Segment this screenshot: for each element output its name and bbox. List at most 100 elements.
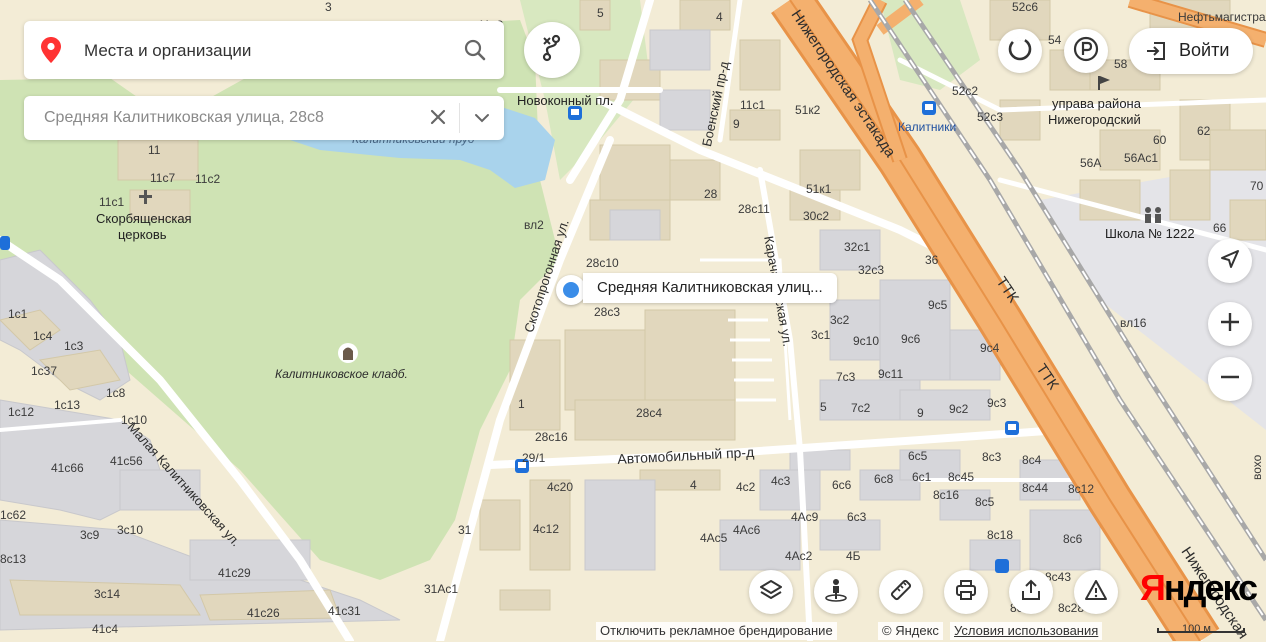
house-number: 58 bbox=[1114, 57, 1128, 71]
house-number: 3с1 bbox=[811, 328, 831, 342]
house-number: 6с1 bbox=[912, 470, 932, 484]
house-number: 8с12 bbox=[1068, 482, 1095, 496]
house-number: 8с18 bbox=[987, 528, 1014, 542]
house-number: 9с3 bbox=[987, 396, 1007, 410]
house-number: 28с4 bbox=[636, 406, 663, 420]
house-number: 4с12 bbox=[533, 522, 560, 536]
traffic-icon bbox=[1007, 36, 1033, 67]
parking-button[interactable] bbox=[1064, 29, 1108, 73]
house-number: 1с4 bbox=[33, 329, 53, 343]
house-number: 4с20 bbox=[547, 480, 574, 494]
house-number: 29/1 bbox=[522, 451, 546, 465]
house-number: 11с1 bbox=[99, 195, 125, 209]
house-number: 28с10 bbox=[586, 256, 619, 270]
selected-place-label[interactable]: Средняя Калитниковская улиц... bbox=[583, 273, 837, 303]
house-number: 11с7 bbox=[150, 171, 176, 185]
house-number: 30с2 bbox=[803, 209, 830, 223]
geolocation-button[interactable] bbox=[1208, 239, 1252, 283]
close-icon[interactable] bbox=[430, 109, 446, 130]
address-input[interactable]: Средняя Калитниковская улица, 28с8 bbox=[44, 109, 324, 127]
house-number: 1с10 bbox=[121, 413, 148, 427]
poi-label: Нижегородский bbox=[1048, 112, 1141, 127]
traffic-button[interactable] bbox=[998, 29, 1042, 73]
house-number: 66 bbox=[1213, 221, 1227, 235]
plus-icon bbox=[1219, 311, 1241, 338]
poi-label: управа района bbox=[1052, 96, 1141, 111]
print-button[interactable] bbox=[944, 570, 988, 614]
house-number: 9с4 bbox=[980, 341, 1000, 355]
yandex-logo[interactable]: Яндекс bbox=[1140, 568, 1258, 608]
house-number: 1с3 bbox=[64, 339, 84, 353]
house-number: 4с3 bbox=[771, 474, 791, 488]
house-number: 9с10 bbox=[853, 334, 880, 348]
house-number: 52с2 bbox=[952, 84, 979, 98]
house-number: 11с2 bbox=[195, 172, 221, 186]
house-number: 9с11 bbox=[878, 367, 904, 381]
house-number: вл2 bbox=[524, 218, 544, 232]
selected-place-marker[interactable] bbox=[556, 275, 586, 305]
house-number: 28с16 bbox=[535, 430, 568, 444]
house-number: 1с37 bbox=[31, 364, 58, 378]
house-number: 8с4 bbox=[1022, 453, 1042, 467]
house-number: вл16 bbox=[1120, 316, 1147, 330]
search-input[interactable]: Места и организации bbox=[84, 41, 251, 61]
cemetery-icon bbox=[338, 343, 358, 363]
house-number: 7с3 bbox=[836, 370, 856, 384]
house-number: 32с1 bbox=[844, 240, 871, 254]
house-number: 6с5 bbox=[908, 449, 928, 463]
house-number: 70 bbox=[1250, 179, 1264, 193]
search-box[interactable]: Места и организации bbox=[24, 21, 504, 79]
house-number: 31 bbox=[458, 523, 472, 537]
layers-icon bbox=[759, 578, 783, 607]
church-label: Скорбященская bbox=[96, 211, 192, 226]
house-number: 6с3 bbox=[847, 510, 867, 524]
house-number: 8с5 bbox=[975, 495, 995, 509]
house-number: 3с9 bbox=[80, 528, 100, 542]
login-icon bbox=[1145, 40, 1167, 67]
house-number: 1с62 bbox=[0, 508, 27, 522]
house-number: 9с6 bbox=[901, 332, 921, 346]
house-number: 8с6 bbox=[1063, 532, 1083, 546]
house-number: 5 bbox=[597, 6, 604, 20]
minus-icon bbox=[1219, 366, 1241, 393]
house-number: 7с2 bbox=[851, 401, 871, 415]
print-icon bbox=[954, 578, 978, 607]
ruler-button[interactable] bbox=[879, 570, 923, 614]
share-icon bbox=[1019, 578, 1043, 607]
house-number: 62 bbox=[1197, 124, 1211, 138]
house-number: 4Ас5 bbox=[700, 531, 728, 545]
house-number: 31Ас1 bbox=[424, 582, 459, 596]
panorama-icon bbox=[823, 577, 849, 608]
house-number: 8с44 bbox=[1022, 481, 1049, 495]
house-number: 56А bbox=[1080, 156, 1102, 170]
report-button[interactable] bbox=[1074, 570, 1118, 614]
address-box[interactable]: Средняя Калитниковская улица, 28с8 bbox=[24, 96, 504, 140]
copyright: © Яндекс bbox=[878, 622, 943, 640]
terms-link[interactable]: Условия использования bbox=[950, 622, 1103, 640]
zoom-in-button[interactable] bbox=[1208, 302, 1252, 346]
disable-branding-link[interactable]: Отключить рекламное брендирование bbox=[596, 622, 837, 640]
share-button[interactable] bbox=[1009, 570, 1053, 614]
house-number: 41с29 bbox=[218, 566, 251, 580]
house-number: 3с2 bbox=[830, 313, 850, 327]
house-number: 8с13 bbox=[0, 552, 27, 566]
layers-button[interactable] bbox=[749, 570, 793, 614]
house-number: 52с3 bbox=[977, 110, 1004, 124]
house-number: 4Ас2 bbox=[785, 549, 813, 563]
login-button[interactable]: Войти bbox=[1129, 28, 1253, 74]
house-number: 60 bbox=[1153, 133, 1167, 147]
zoom-out-button[interactable] bbox=[1208, 357, 1252, 401]
house-number: 4Ас6 bbox=[733, 523, 761, 537]
login-label: Войти bbox=[1179, 40, 1230, 60]
house-number: 28с3 bbox=[594, 305, 621, 319]
route-button[interactable] bbox=[524, 22, 580, 78]
house-number: 9с2 bbox=[949, 402, 969, 416]
search-icon[interactable] bbox=[464, 39, 486, 66]
house-number: 41с4 bbox=[92, 622, 119, 636]
chevron-down-icon[interactable] bbox=[474, 110, 490, 131]
panorama-button[interactable] bbox=[814, 570, 858, 614]
house-number: 1 bbox=[518, 397, 525, 411]
house-number: 4Ас9 bbox=[791, 510, 819, 524]
house-number: 3 bbox=[325, 0, 332, 14]
house-number: 52с6 bbox=[1012, 0, 1039, 14]
